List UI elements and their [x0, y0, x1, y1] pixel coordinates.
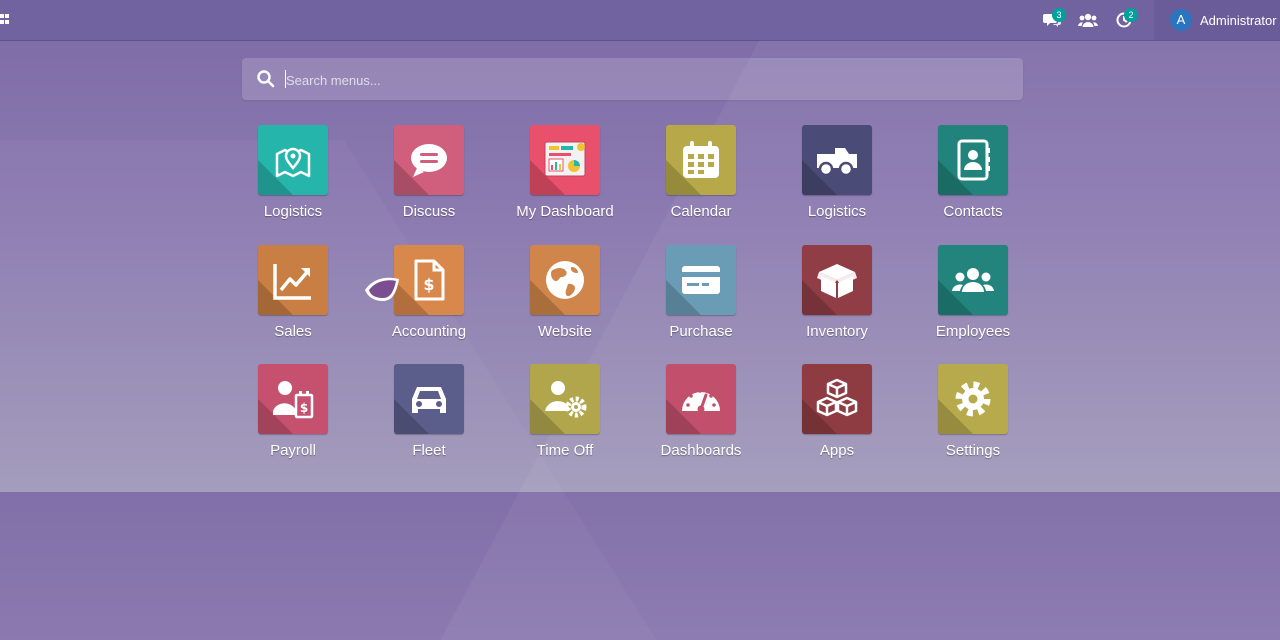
dashboard-board-icon — [544, 141, 586, 177]
users-icon — [1078, 13, 1098, 27]
app-label: Contacts — [943, 203, 1003, 220]
app-label: Inventory — [806, 323, 868, 340]
chart-trend-icon — [273, 264, 311, 300]
app-tile — [666, 125, 736, 195]
app-tile: $ — [258, 364, 328, 434]
app-payroll[interactable]: $ Payroll — [225, 364, 361, 474]
credit-card-icon — [682, 266, 720, 294]
app-tile — [938, 125, 1008, 195]
box-icon — [817, 264, 857, 298]
app-tile — [530, 125, 600, 195]
avatar: A — [1170, 9, 1192, 31]
app-tile — [666, 364, 736, 434]
app-discuss[interactable]: Discuss — [361, 125, 497, 235]
app-tile — [394, 125, 464, 195]
mouse-cursor-icon — [365, 277, 399, 301]
app-tile — [938, 364, 1008, 434]
user-name: Administrator — [1200, 12, 1277, 28]
user-menu[interactable]: A Administrator — [1154, 0, 1280, 40]
app-label: My Dashboard — [516, 203, 614, 220]
app-tile — [666, 245, 736, 315]
app-dashboards[interactable]: Dashboards — [633, 364, 769, 474]
app-tile — [802, 245, 872, 315]
users-icon — [952, 268, 994, 292]
globe-icon — [546, 261, 584, 299]
search-input[interactable] — [284, 66, 1008, 94]
app-label: Logistics — [807, 203, 867, 220]
messages-badge: 3 — [1052, 8, 1066, 22]
speedometer-icon — [682, 389, 720, 413]
app-label: Payroll — [270, 442, 316, 459]
app-time-off[interactable]: Time Off — [497, 364, 633, 474]
app-settings[interactable]: Settings — [905, 364, 1041, 474]
team-button[interactable] — [1070, 0, 1106, 40]
text-caret — [285, 70, 286, 88]
app-label: Fleet — [412, 442, 446, 459]
app-logistics-truck[interactable]: Logistics — [769, 125, 905, 235]
app-tile — [802, 125, 872, 195]
app-tile — [802, 364, 872, 434]
app-label: Website — [538, 323, 592, 340]
app-contacts[interactable]: Contacts — [905, 125, 1041, 235]
app-tile — [258, 125, 328, 195]
car-icon — [412, 387, 446, 413]
address-book-icon — [957, 139, 990, 181]
svg-text:$: $ — [423, 275, 434, 294]
truck-icon — [817, 148, 857, 177]
chat-bubble-icon — [411, 144, 447, 177]
app-apps[interactable]: Apps — [769, 364, 905, 474]
svg-text:$: $ — [300, 401, 308, 415]
gear-icon — [955, 381, 991, 417]
app-label: Discuss — [402, 203, 456, 220]
systray: 3 2 A Administrator — [1034, 0, 1280, 40]
app-tile — [938, 245, 1008, 315]
app-purchase[interactable]: Purchase — [633, 245, 769, 355]
app-tile — [530, 364, 600, 434]
app-label: Logistics — [263, 203, 323, 220]
map-marker-icon — [275, 147, 311, 178]
app-tile — [258, 245, 328, 315]
app-calendar[interactable]: Calendar — [633, 125, 769, 235]
app-label: Sales — [274, 323, 312, 340]
app-inventory[interactable]: Inventory — [769, 245, 905, 355]
activity-badge: 2 — [1124, 8, 1138, 22]
payroll-user-dollar-icon: $ — [273, 381, 314, 419]
app-employees[interactable]: Employees — [905, 245, 1041, 355]
app-label: Employees — [935, 323, 1011, 340]
app-label: Apps — [819, 442, 855, 459]
app-tile — [394, 364, 464, 434]
activity-button[interactable]: 2 — [1106, 0, 1142, 40]
app-label: Time Off — [536, 442, 594, 459]
app-my-dashboard[interactable]: My Dashboard — [497, 125, 633, 235]
search-bar — [242, 58, 1023, 100]
messages-button[interactable]: 3 — [1034, 0, 1070, 40]
app-label: Purchase — [669, 323, 733, 340]
top-navbar: 3 2 A Administrator — [0, 0, 1280, 41]
apps-menu-toggle-icon[interactable] — [0, 12, 10, 28]
app-sales[interactable]: Sales — [225, 245, 361, 355]
app-label: Dashboards — [660, 442, 742, 459]
app-label: Calendar — [670, 203, 732, 220]
app-label: Settings — [945, 442, 1001, 459]
calendar-icon — [683, 141, 719, 178]
app-logistics[interactable]: Logistics — [225, 125, 361, 235]
cubes-icon — [816, 378, 858, 417]
invoice-dollar-icon: $ — [414, 259, 445, 301]
app-fleet[interactable]: Fleet — [361, 364, 497, 474]
app-label: Accounting — [391, 323, 467, 340]
user-gear-icon — [545, 381, 587, 418]
app-tile — [530, 245, 600, 315]
app-website[interactable]: Website — [497, 245, 633, 355]
app-tile: $ — [394, 245, 464, 315]
search-icon — [257, 70, 275, 88]
